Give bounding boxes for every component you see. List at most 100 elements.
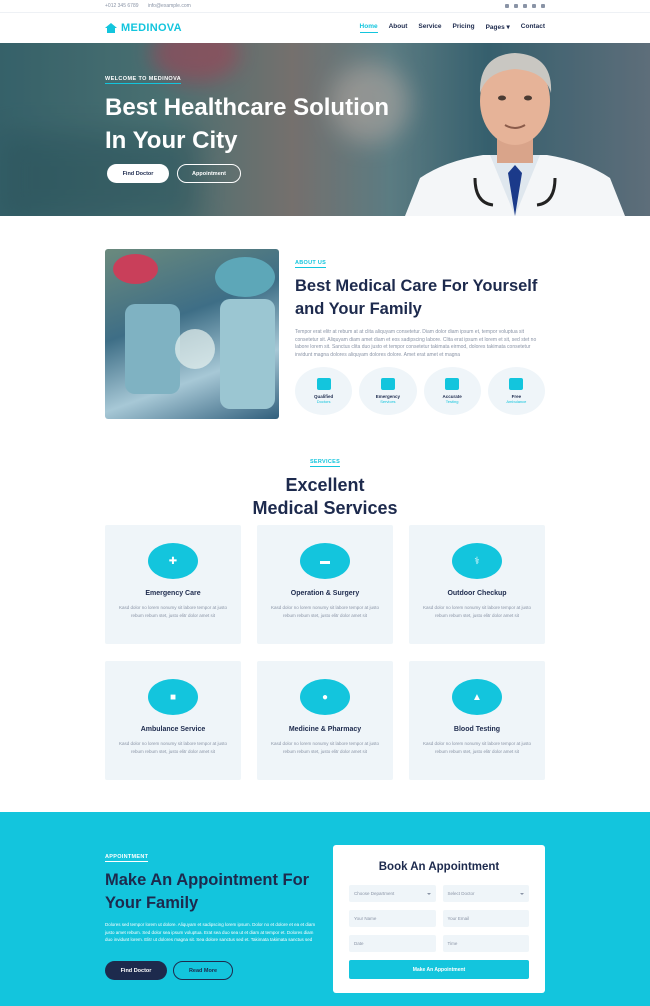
surgeon-figure	[220, 299, 275, 409]
department-select-value: Choose Department	[354, 891, 395, 896]
date-input[interactable]: Date	[349, 935, 436, 952]
services-tag: SERVICES	[309, 459, 341, 467]
service-card[interactable]: ▬ Operation & Surgery Kasd dolor no lorem …	[257, 525, 393, 644]
make-appointment-button[interactable]: Make An Appointment	[349, 960, 529, 979]
find-doctor-button[interactable]: Find Doctor	[107, 164, 169, 183]
services-section: SERVICES Excellent Medical Services ✚ Eme…	[0, 450, 650, 780]
feature-sub: Services	[380, 399, 396, 404]
hospital-icon	[105, 23, 117, 33]
logo[interactable]: MEDINOVA	[105, 22, 182, 34]
first-aid-icon: ✚	[148, 543, 198, 579]
feature-free: Free Ambulance	[487, 367, 545, 415]
service-name: Ambulance Service	[140, 726, 206, 733]
hero-tag: WELCOME TO MEDINOVA	[105, 76, 182, 84]
time-placeholder: Time	[447, 941, 458, 946]
nav-contact[interactable]: Contact	[521, 23, 545, 33]
feature-sub: Testing	[445, 399, 459, 404]
service-card[interactable]: ⚕ Outdoor Checkup Kasd dolor no lorem nonu…	[409, 525, 545, 644]
surgeon-cap	[113, 254, 158, 284]
doctor-select[interactable]: Select Doctor	[442, 885, 529, 902]
appointment-section: APPOINTMENT Make An Appointment For Your…	[0, 812, 650, 1006]
main-menu: Home About Service Pricing Pages ▾ Conta…	[359, 23, 545, 33]
form-row: Choose Department Select Doctor	[349, 885, 529, 902]
surgeon-figure	[125, 304, 180, 394]
twitter-icon[interactable]	[514, 4, 518, 8]
chevron-down-icon	[426, 892, 431, 895]
feature-sub: Doctors	[316, 399, 331, 404]
about-features: Qualified Doctors Emergency Services Accur…	[295, 367, 545, 415]
doctor-image	[405, 53, 625, 216]
email-input[interactable]: Your Email	[442, 910, 529, 927]
appointment-form: Book An Appointment Choose Department Se…	[333, 845, 545, 993]
procedures-icon	[380, 378, 395, 390]
about-title: Best Medical Care For Yourself and Your …	[295, 277, 538, 318]
ambulance-icon	[509, 378, 524, 390]
find-doctor-button[interactable]: Find Doctor	[105, 961, 167, 980]
service-name: Medicine & Pharmacy	[288, 726, 362, 733]
appointment-tag: APPOINTMENT	[105, 854, 149, 862]
microscope-icon	[445, 378, 460, 390]
procedures-icon: ▬	[300, 543, 350, 579]
email-placeholder: Your Email	[447, 916, 470, 921]
hero-title: Best Healthcare Solution In Your City	[105, 94, 390, 154]
social-links	[505, 4, 545, 8]
service-card[interactable]: ● Medicine & Pharmacy Kasd dolor no lorem …	[257, 661, 393, 780]
about-section: ABOUT US Best Medical Care For Yourself …	[0, 216, 650, 426]
form-title: Book An Appointment	[378, 861, 500, 873]
appointment-title: Make An Appointment For Your Family	[105, 871, 310, 912]
email-text: info@example.com	[147, 3, 191, 9]
facebook-icon[interactable]	[505, 4, 509, 8]
service-card[interactable]: ■ Ambulance Service Kasd dolor no lorem no…	[105, 661, 241, 780]
appointment-content: APPOINTMENT Make An Appointment For Your…	[105, 845, 320, 980]
appointment-button[interactable]: Appointment	[177, 164, 241, 183]
nav-pricing[interactable]: Pricing	[453, 23, 475, 33]
surgery-image	[105, 249, 279, 419]
services-title: Excellent Medical Services	[0, 474, 650, 520]
service-desc: Kasd dolor no lorem nonumy sit labore te…	[270, 741, 380, 754]
user-md-icon	[316, 378, 331, 390]
chevron-down-icon	[520, 892, 524, 895]
department-select[interactable]: Choose Department	[349, 885, 436, 902]
name-input[interactable]: Your Name	[349, 910, 436, 927]
read-more-button[interactable]: Read More	[173, 961, 233, 980]
service-desc: Kasd dolor no lorem nonumy sit labore te…	[118, 605, 228, 618]
feature-emergency: Emergency Services	[359, 367, 417, 415]
stethoscope-icon: ⚕	[452, 543, 502, 579]
doctor-select-value: Select Doctor	[447, 891, 475, 896]
service-desc: Kasd dolor no lorem nonumy sit labore te…	[422, 741, 532, 754]
navbar: MEDINOVA Home About Service Pricing Page…	[0, 13, 650, 43]
service-name: Outdoor Checkup	[447, 590, 507, 597]
service-name: Operation & Surgery	[290, 590, 360, 597]
services-grid: ✚ Emergency Care Kasd dolor no lorem nonum…	[105, 525, 545, 780]
about-tag: ABOUT US	[295, 260, 327, 268]
nav-service[interactable]: Service	[418, 23, 441, 33]
appointment-text: Dolores sed tempor lorem ut dolore. Aliq…	[105, 922, 316, 942]
services-title-text: Excellent Medical Services	[252, 475, 398, 518]
pills-icon: ●	[300, 679, 350, 715]
top-bar: +012 345 6789 info@example.com	[0, 0, 650, 13]
hero-section: WELCOME TO MEDINOVA Best Healthcare Solu…	[0, 43, 650, 216]
nav-home[interactable]: Home	[359, 23, 378, 33]
about-text: Tempor erat elitr at rebum at at clita a…	[295, 329, 537, 358]
about-content: ABOUT US Best Medical Care For Yourself …	[295, 251, 545, 415]
time-input[interactable]: Time	[442, 935, 529, 952]
youtube-icon[interactable]	[541, 4, 545, 8]
service-name: Emergency Care	[145, 590, 201, 597]
linkedin-icon[interactable]	[523, 4, 527, 8]
service-desc: Kasd dolor no lorem nonumy sit labore te…	[422, 605, 532, 618]
form-row: Your Name Your Email	[349, 910, 529, 927]
ambulance-icon: ■	[148, 679, 198, 715]
phone-text: +012 345 6789	[105, 3, 139, 9]
nav-about[interactable]: About	[389, 23, 408, 33]
service-desc: Kasd dolor no lorem nonumy sit labore te…	[118, 741, 228, 754]
service-name: Blood Testing	[453, 726, 501, 733]
form-row: Date Time	[349, 935, 529, 952]
date-placeholder: Date	[354, 941, 364, 946]
service-card[interactable]: ✚ Emergency Care Kasd dolor no lorem nonum…	[105, 525, 241, 644]
nav-pages[interactable]: Pages ▾	[486, 23, 510, 33]
name-placeholder: Your Name	[354, 916, 377, 921]
instagram-icon[interactable]	[532, 4, 536, 8]
surgery-light	[175, 329, 215, 369]
feature-sub: Ambulance	[506, 399, 527, 404]
service-card[interactable]: ▲ Blood Testing Kasd dolor no lorem nonumy…	[409, 661, 545, 780]
